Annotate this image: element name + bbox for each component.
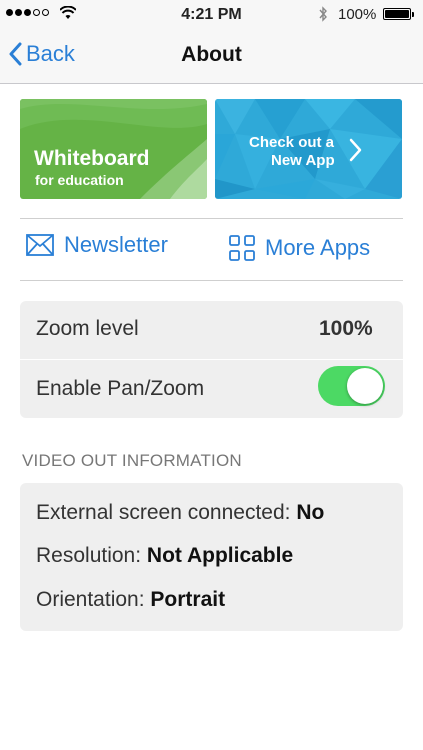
pan-zoom-toggle[interactable] [318,366,385,406]
zoom-level-label: Zoom level [36,317,139,340]
battery-icon [383,8,411,20]
orientation-label: Orientation: [36,588,145,611]
resolution-label: Resolution: [36,544,142,567]
new-app-line1: Check out a [249,134,335,151]
toggle-knob [347,368,383,404]
whiteboard-subtitle: for education [35,172,124,188]
external-screen-line: External screen connected: No [36,501,324,525]
chevron-right-icon [349,138,362,162]
whiteboard-banner[interactable]: Whiteboard for education [20,99,207,199]
page-title: About [181,43,242,66]
whiteboard-title: Whiteboard [34,147,150,170]
envelope-icon [26,234,54,256]
row-separator [20,359,403,360]
battery-percentage: 100% [338,6,377,23]
navigation-bar: Back About [0,28,423,84]
orientation-value: Portrait [150,588,226,611]
status-bar: 4:21 PM 100% [0,0,423,28]
new-app-banner[interactable]: Check out a New App [215,99,402,199]
pan-zoom-label: Enable Pan/Zoom [36,377,205,400]
newsletter-label: Newsletter [64,232,168,257]
grid-icon [229,235,255,261]
external-screen-label: External screen connected: [36,501,291,524]
more-apps-label: More Apps [265,235,371,260]
video-out-header: VIDEO OUT INFORMATION [22,451,242,470]
new-app-line2: New App [271,152,335,169]
divider [20,280,403,281]
bluetooth-icon [319,6,327,22]
more-apps-link[interactable]: More Apps [229,235,370,261]
newsletter-link[interactable]: Newsletter [26,232,168,258]
zoom-level-value: 100% [319,317,373,340]
resolution-value: Not Applicable [146,544,294,567]
external-screen-value: No [296,501,325,524]
orientation-line: Orientation: Portrait [36,588,225,612]
resolution-line: Resolution: Not Applicable [36,544,293,568]
divider [20,218,403,219]
